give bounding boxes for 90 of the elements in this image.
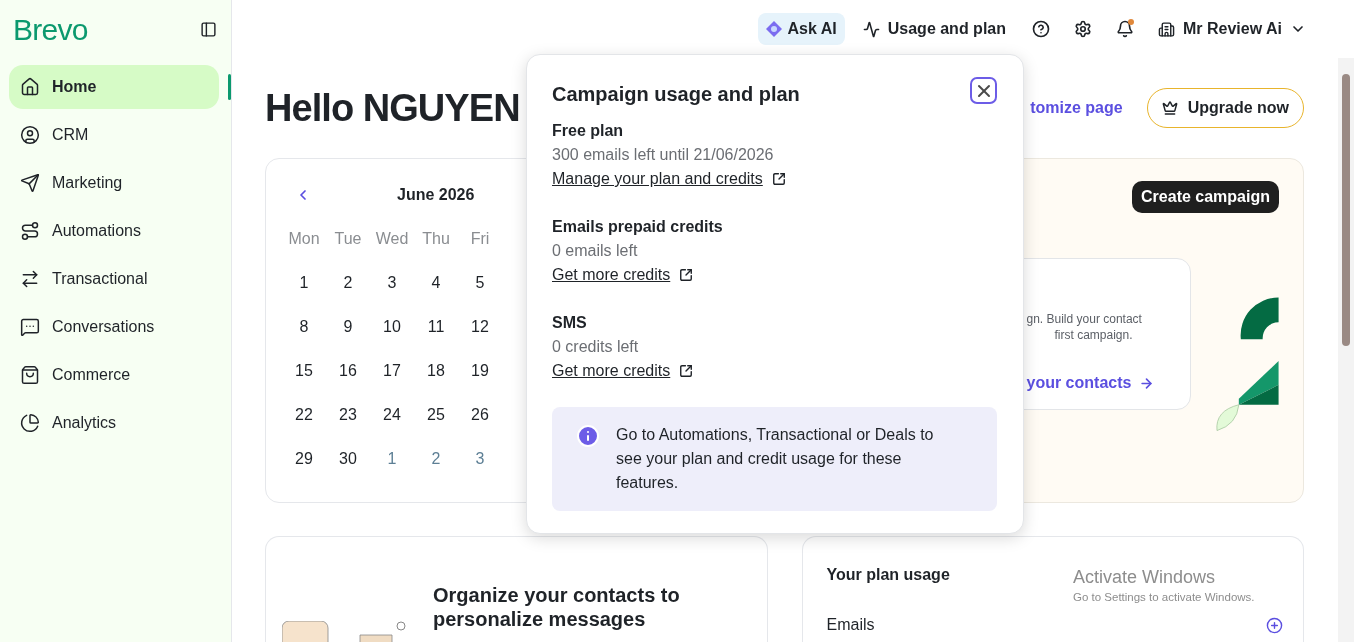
section-detail: 300 emails left until 21/06/2026 [552, 145, 775, 165]
greeting-heading: Hello NGUYEN [265, 85, 520, 131]
paper-plane-icon [20, 173, 40, 193]
activity-icon [862, 20, 880, 38]
calendar-day[interactable]: 12 [458, 317, 502, 361]
calendar-day[interactable]: 26 [458, 405, 502, 449]
external-link[interactable]: Manage your plan and credits [552, 167, 997, 191]
sidebar-item[interactable]: Marketing [9, 161, 219, 205]
calendar-day[interactable]: 15 [282, 361, 326, 405]
section-title: Emails prepaid credits [552, 217, 724, 237]
calendar-day[interactable]: 2 [326, 273, 370, 317]
external-link-icon [679, 364, 694, 378]
sidebar-item[interactable]: Automations [9, 209, 219, 253]
month-title: June 2026 [397, 185, 475, 205]
weekday-label: Wed [374, 229, 410, 249]
tip-text: gn. Build your contact [1026, 311, 1143, 327]
external-link[interactable]: Get more credits [552, 263, 997, 287]
calendar-day[interactable]: 3 [458, 449, 502, 493]
contacts-heading: Organize your contacts to personalize messages [433, 583, 681, 631]
external-link-icon [679, 268, 694, 282]
sidebar-item[interactable]: CRM [9, 113, 219, 157]
section-title: Free plan [552, 121, 625, 141]
calendar-day[interactable]: 17 [370, 361, 414, 405]
customize-page-link[interactable]: tomize page [1030, 96, 1123, 120]
notifications-button[interactable] [1116, 20, 1134, 38]
settings-icon[interactable] [1074, 20, 1092, 38]
calendar-day[interactable]: 16 [326, 361, 370, 405]
activation-subtitle: Go to Settings to activate Windows. [1073, 590, 1255, 605]
weekday-label: Thu [421, 229, 451, 249]
route-icon [20, 221, 40, 241]
calendar-day[interactable]: 18 [414, 361, 458, 405]
weekday-label: Fri [469, 229, 491, 249]
activation-title: Activate Windows [1073, 566, 1217, 588]
calendar-day[interactable]: 4 [414, 273, 458, 317]
info-icon [576, 424, 600, 448]
calendar-day[interactable]: 22 [282, 405, 326, 449]
calendar-day[interactable]: 1 [370, 449, 414, 493]
scrollbar[interactable] [1338, 58, 1354, 642]
calendar-day[interactable]: 10 [370, 317, 414, 361]
calendar-day[interactable]: 19 [458, 361, 502, 405]
calendar-day[interactable]: 30 [326, 449, 370, 493]
section-detail: 0 credits left [552, 337, 640, 357]
crown-icon [1161, 100, 1178, 116]
weekday-label: Mon [287, 229, 321, 249]
account-menu[interactable]: Mr Review Ai [1158, 17, 1306, 41]
calendar-day[interactable]: 29 [282, 449, 326, 493]
calendar-day[interactable]: 24 [370, 405, 414, 449]
calendar-day[interactable]: 25 [414, 405, 458, 449]
calendar-day[interactable]: 9 [326, 317, 370, 361]
user-icon [20, 125, 40, 145]
home-icon [20, 77, 40, 97]
building-icon [1158, 20, 1175, 38]
arrows-icon [20, 269, 40, 289]
popover-title: Campaign usage and plan [552, 82, 800, 107]
calendar-day[interactable]: 1 [282, 273, 326, 317]
tip-text: first campaign. [1054, 327, 1134, 343]
diamond-icon [765, 21, 782, 37]
sidebar-item[interactable]: Transactional [9, 257, 219, 301]
arrow-right-icon [1139, 375, 1155, 391]
weekday-label: Tue [333, 229, 363, 249]
help-icon[interactable] [1032, 20, 1050, 38]
calendar-day[interactable]: 2 [414, 449, 458, 493]
section-detail: 0 emails left [552, 241, 639, 261]
pie-chart-icon [20, 413, 40, 433]
chat-icon [20, 317, 40, 337]
plan-usage-title: Your plan usage [826, 565, 950, 585]
calendar-day[interactable]: 3 [370, 273, 414, 317]
active-indicator [228, 74, 231, 100]
add-icon[interactable] [1266, 616, 1283, 634]
ask-ai-button[interactable]: Ask AI [757, 13, 845, 45]
calendar-day[interactable]: 5 [458, 273, 502, 317]
close-button[interactable] [970, 77, 997, 104]
external-link[interactable]: Get more credits [552, 359, 997, 383]
section-title: SMS [552, 313, 588, 333]
contacts-link[interactable]: your contacts [1026, 371, 1191, 395]
create-campaign-button[interactable]: Create campaign [1132, 181, 1279, 213]
calendar-day[interactable]: 8 [282, 317, 326, 361]
sidebar-item[interactable]: Conversations [9, 305, 219, 349]
sidebar-item[interactable]: Analytics [9, 401, 219, 445]
sidebar-item[interactable]: Home [9, 65, 219, 109]
sidebar-item[interactable]: Commerce [9, 353, 219, 397]
usage-button[interactable]: Usage and plan [862, 17, 1006, 41]
info-text: Go to Automations, Transactional or Deals to see your plan and credit usage for these features. [616, 425, 935, 493]
logo[interactable]: Brevo [13, 6, 88, 52]
external-link-icon [771, 172, 786, 186]
calendar-day[interactable]: 11 [414, 317, 458, 361]
sidebar-toggle-icon[interactable] [200, 20, 217, 38]
bag-icon [20, 365, 40, 385]
usage-row-label: Emails [826, 615, 875, 635]
calendar-day[interactable]: 23 [326, 405, 370, 449]
